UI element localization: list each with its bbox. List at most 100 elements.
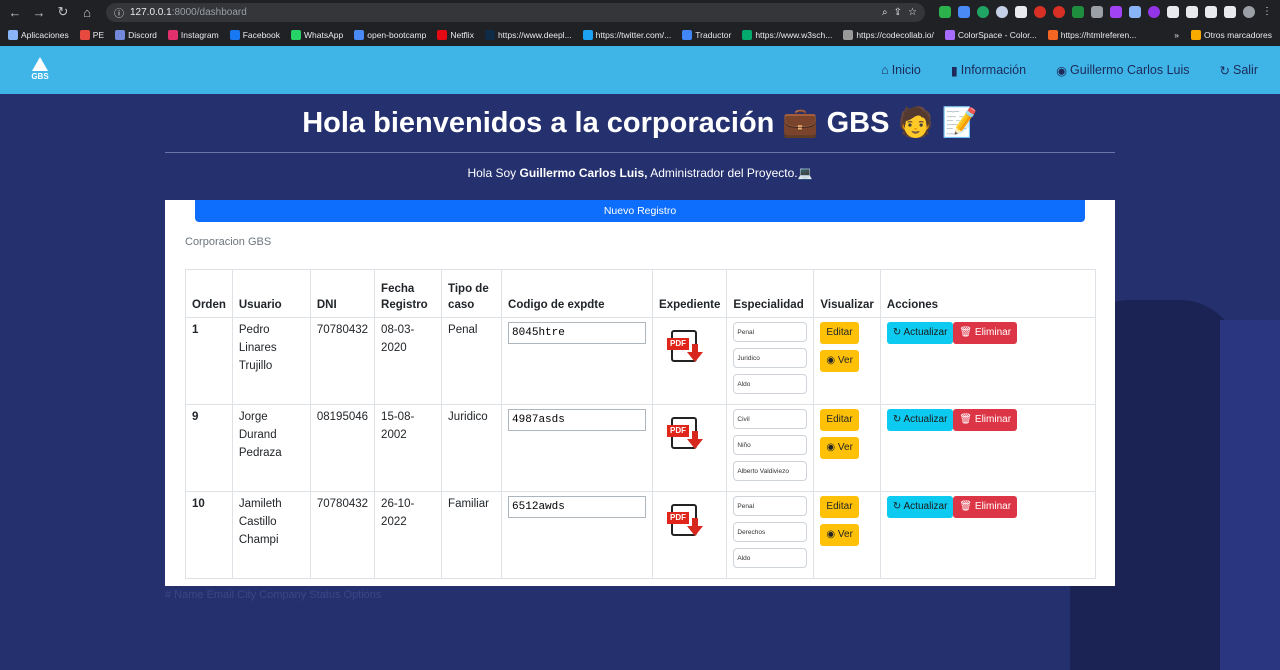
bookmark-item[interactable]: https://www.deepl... <box>484 30 572 40</box>
pdf-download-icon[interactable]: PDF <box>667 417 705 455</box>
cell-acciones: ↻ Actualizar 🗑 Eliminar <box>879 317 1097 405</box>
bookmark-label: Traductor <box>695 30 732 40</box>
cell-fecha: 08-03-2020 <box>374 317 443 405</box>
nav-link-salir[interactable]: ↻ Salir <box>1220 63 1259 78</box>
trash-icon: 🗑 <box>959 414 975 425</box>
delete-button[interactable]: 🗑 Eliminar <box>953 322 1018 344</box>
profile-icon[interactable] <box>1243 6 1255 18</box>
delete-button[interactable]: 🗑 Eliminar <box>953 409 1018 431</box>
extension-icon[interactable] <box>1034 6 1046 18</box>
share-icon[interactable]: ⇪ <box>894 7 902 18</box>
other-bookmarks[interactable]: Otros marcadores <box>1190 30 1272 40</box>
cell-dni: 70780432 <box>309 491 376 579</box>
cell-acciones: ↻ Actualizar 🗑 Eliminar <box>879 404 1097 492</box>
forward-icon[interactable]: → <box>30 3 48 21</box>
extension-icon[interactable] <box>1091 6 1103 18</box>
pdf-download-icon[interactable]: PDF <box>667 504 705 542</box>
specialty-field[interactable] <box>733 374 808 394</box>
edit-button[interactable]: Editar <box>820 496 859 518</box>
extension-icon[interactable] <box>1015 6 1027 18</box>
extension-icon[interactable] <box>1167 6 1179 18</box>
specialty-field[interactable] <box>733 522 808 542</box>
star-icon[interactable]: ☆ <box>908 7 917 18</box>
bookmark-item[interactable]: https://twitter.com/... <box>582 30 671 40</box>
specialty-field[interactable] <box>733 409 808 429</box>
sidepanel-icon[interactable] <box>1224 6 1236 18</box>
cell-codigo <box>501 491 654 579</box>
bookmark-item[interactable]: Facebook <box>229 30 280 40</box>
cell-expediente: PDF <box>652 491 728 579</box>
puzzle-icon[interactable] <box>1205 6 1217 18</box>
bookmark-item[interactable]: Traductor <box>682 30 731 40</box>
pdf-arrow-head <box>687 526 704 536</box>
bookmark-item[interactable]: Netflix <box>437 30 474 40</box>
specialty-field[interactable] <box>733 496 808 516</box>
bookmark-label: Discord <box>128 30 157 40</box>
bookmark-item[interactable]: Aplicaciones <box>8 30 69 40</box>
logout-icon: ↻ <box>1219 63 1230 78</box>
address-bar[interactable]: ⓘ 127.0.0.1:8000/dashboard ⌕ ⇪ ☆ <box>106 2 925 22</box>
specialty-field[interactable] <box>733 461 808 481</box>
bookmark-item[interactable]: Discord <box>115 30 157 40</box>
home-icon[interactable]: ⌂ <box>78 3 96 21</box>
records-card: Nuevo Registro Corporacion GBS Orden Usu… <box>165 200 1115 586</box>
extension-icon[interactable] <box>1110 6 1122 18</box>
bookmark-item[interactable]: ColorSpace - Color... <box>944 30 1037 40</box>
code-input[interactable] <box>508 409 647 431</box>
specialty-field[interactable] <box>733 435 808 455</box>
extension-icon[interactable] <box>996 6 1008 18</box>
extension-icon[interactable] <box>939 6 951 18</box>
zoom-icon[interactable]: ⌕ <box>882 7 888 18</box>
update-button[interactable]: ↻ Actualizar <box>886 322 954 344</box>
bookmark-label: Netflix <box>450 30 474 40</box>
extension-icon[interactable] <box>1129 6 1141 18</box>
bookmark-item[interactable]: https://htmlreferen... <box>1047 30 1136 40</box>
bookmark-item[interactable]: https://codecollab.io/ <box>843 30 934 40</box>
menu-icon[interactable]: ⋮ <box>1262 6 1274 18</box>
update-button[interactable]: ↻ Actualizar <box>886 496 954 518</box>
page-title: Hola bienvenidos a la corporación 💼 GBS … <box>302 107 978 139</box>
specialty-field[interactable] <box>733 548 808 568</box>
extension-icon[interactable] <box>977 6 989 18</box>
bookmark-favicon-icon <box>291 30 302 40</box>
bookmarks-more-icon[interactable]: » <box>1174 30 1179 40</box>
extension-icon[interactable] <box>1053 6 1065 18</box>
app-navbar: GBS ⌂ Inicio ▮ Información ◉ Guillermo Carl… <box>0 46 1280 94</box>
update-button[interactable]: ↻ Actualizar <box>886 409 954 431</box>
extension-icon[interactable] <box>1148 6 1160 18</box>
table-header-row: Orden Usuario DNI Fecha Registro Tipo de… <box>185 269 1097 318</box>
edit-button[interactable]: Editar <box>820 409 859 431</box>
bookmark-item[interactable]: Instagram <box>167 30 219 40</box>
gbs-logo[interactable]: GBS <box>30 57 50 83</box>
logo-icon <box>32 57 48 71</box>
extension-icon[interactable] <box>1072 6 1084 18</box>
folder-icon <box>1190 30 1201 40</box>
pdf-download-icon[interactable]: PDF <box>667 330 705 368</box>
edit-button[interactable]: Editar <box>820 322 859 344</box>
specialty-field[interactable] <box>733 348 808 368</box>
new-record-button[interactable]: Nuevo Registro <box>195 200 1085 222</box>
nav-link-user[interactable]: ◉ Guillermo Carlos Luis <box>1056 63 1189 78</box>
eye-icon: ◉ <box>826 355 838 366</box>
view-button[interactable]: ◉ Ver <box>820 437 859 459</box>
nav-link-informacion[interactable]: ▮ Información <box>951 63 1026 78</box>
bookmark-item[interactable]: WhatsApp <box>291 30 343 40</box>
extension-icon[interactable] <box>1186 6 1198 18</box>
back-icon[interactable]: ← <box>6 3 24 21</box>
nav-link-inicio[interactable]: ⌂ Inicio <box>881 63 921 78</box>
bookmark-item[interactable]: PE <box>79 30 104 40</box>
code-input[interactable] <box>508 322 647 344</box>
view-button[interactable]: ◉ Ver <box>820 350 859 372</box>
delete-button[interactable]: 🗑 Eliminar <box>953 496 1018 518</box>
home-icon: ⌂ <box>881 63 889 77</box>
trash-icon: 🗑 <box>959 327 975 338</box>
bookmark-item[interactable]: open-bootcamp <box>354 30 426 40</box>
specialty-field[interactable] <box>733 322 808 342</box>
reload-icon[interactable]: ↻ <box>54 3 72 21</box>
view-button[interactable]: ◉ Ver <box>820 524 859 546</box>
refresh-icon: ↻ <box>892 414 904 425</box>
code-input[interactable] <box>508 496 647 518</box>
eye-icon: ◉ <box>826 442 838 453</box>
extension-icon[interactable] <box>958 6 970 18</box>
bookmark-item[interactable]: https://www.w3sch... <box>742 30 832 40</box>
